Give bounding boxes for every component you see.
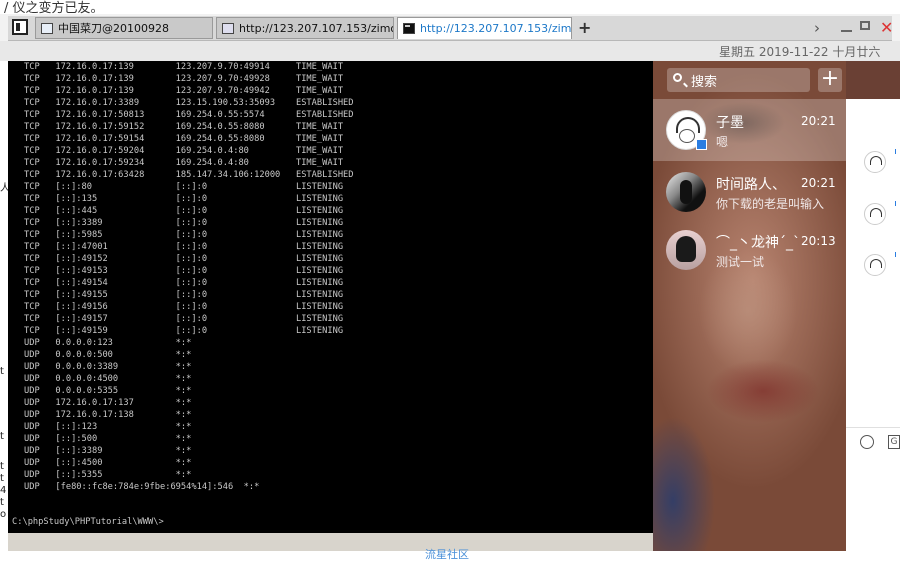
- chat-time: 20:21: [801, 114, 836, 128]
- avatar: [666, 172, 706, 212]
- netstat-output: TCP 172.16.0.17:139 123.207.9.70:49914 T…: [24, 62, 354, 492]
- maximize-button[interactable]: [860, 21, 870, 30]
- tab-terminal[interactable]: http://123.207.107.153/zimo....: [397, 17, 572, 39]
- left-strip-char: t: [0, 366, 4, 377]
- search-placeholder: 搜索: [691, 75, 718, 90]
- search-icon: [673, 73, 682, 82]
- chat-window-body: G: [846, 99, 900, 553]
- minimize-button[interactable]: [841, 30, 852, 32]
- chat-preview: 测试一试: [716, 255, 765, 269]
- left-strip-char: t: [0, 497, 4, 508]
- chat-preview: 嗯: [716, 135, 729, 149]
- chat-window-header: [846, 61, 900, 99]
- close-button[interactable]: ✕: [880, 16, 893, 40]
- left-strip-char: t: [0, 431, 4, 442]
- window-icon: [41, 23, 53, 34]
- console-bottom-band: [8, 533, 653, 551]
- online-status-icon: [696, 139, 707, 150]
- chat-name: ⌒_丶龙神ˊ_ˋ: [716, 235, 800, 251]
- message-edge-icon: [895, 252, 900, 257]
- message-edge-icon: [895, 201, 900, 206]
- top-strip: / 仪之变方已友。: [0, 0, 900, 16]
- tab-file-manager[interactable]: http://123.207.107.153/zimo....: [216, 17, 394, 39]
- chat-item[interactable]: ⌒_丶龙神ˊ_ˋ 20:13 测试一试: [653, 219, 846, 281]
- date-strip: 星期五 2019-11-22 十月廿六: [0, 41, 900, 61]
- tab-caidao[interactable]: 中国菜刀@20100928: [35, 17, 213, 39]
- left-strip-char: 4: [0, 485, 7, 496]
- chat-item[interactable]: 时间路人、 20:21 你下载的老是叫输入: [653, 161, 846, 223]
- gif-tool-button[interactable]: G: [888, 435, 900, 449]
- chat-preview: 你下载的老是叫输入: [716, 197, 825, 211]
- qq-panel: 搜索 + 子墨 20:21 嗯 时间路人、 20:21 你下载的老是叫输入 ⌒_…: [653, 61, 846, 553]
- chat-time: 20:13: [801, 234, 836, 248]
- message-avatar: [864, 151, 886, 173]
- footer: 流星社区: [0, 548, 900, 562]
- avatar: [666, 230, 706, 270]
- message-avatar: [864, 203, 886, 225]
- tab-label: http://123.207.107.153/zimo....: [239, 22, 394, 35]
- add-button[interactable]: +: [818, 68, 842, 92]
- command-prompt[interactable]: C:\phpStudy\PHPTutorial\WWW\>: [12, 517, 164, 527]
- chat-name: 时间路人、: [716, 177, 786, 193]
- left-edge-strip: 人 t t t t 4 t o: [0, 61, 10, 551]
- message-avatar: [864, 254, 886, 276]
- chat-time: 20:21: [801, 176, 836, 190]
- footer-watermark: 流星社区: [425, 548, 469, 561]
- left-strip-char: t: [0, 461, 4, 472]
- tab-label: http://123.207.107.153/zimo....: [420, 22, 572, 35]
- tab-bar: 中国菜刀@20100928 http://123.207.107.153/zim…: [8, 16, 893, 41]
- left-strip-char: o: [0, 509, 7, 520]
- tab-label: 中国菜刀@20100928: [58, 22, 169, 35]
- folder-icon: [222, 23, 234, 34]
- message-edge-icon: [895, 149, 900, 154]
- left-strip-char: t: [0, 473, 4, 484]
- date-text: 星期五 2019-11-22 十月廿六: [719, 45, 881, 59]
- terminal-console[interactable]: TCP 172.16.0.17:139 123.207.9.70:49914 T…: [8, 61, 653, 533]
- new-tab-button[interactable]: +: [578, 16, 594, 40]
- chat-item[interactable]: 子墨 20:21 嗯: [653, 99, 846, 161]
- qq-search-input[interactable]: 搜索: [667, 68, 810, 92]
- window-menu-icon[interactable]: [12, 19, 28, 35]
- chat-name: 子墨: [716, 115, 744, 131]
- chevron-right-icon[interactable]: ›: [814, 16, 820, 40]
- emoji-icon[interactable]: [860, 435, 874, 449]
- input-divider: [846, 427, 900, 428]
- terminal-icon: [403, 23, 415, 34]
- top-strip-text: / 仪之变方已友。: [4, 1, 104, 16]
